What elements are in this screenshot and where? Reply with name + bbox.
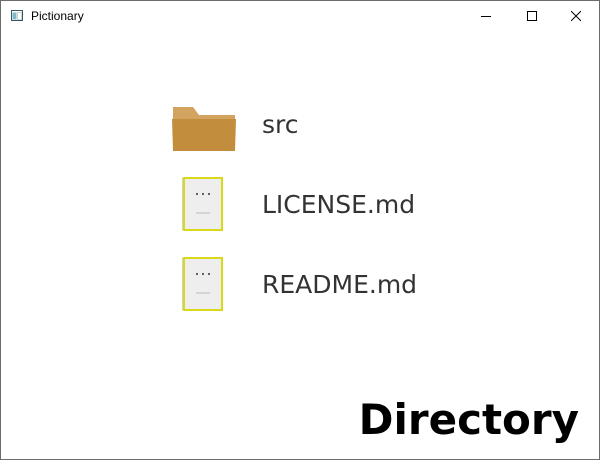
entry-label: LICENSE.md (262, 190, 416, 219)
close-button[interactable] (553, 1, 599, 31)
file-icon (182, 177, 223, 231)
list-item-readme[interactable]: README.md (169, 255, 489, 315)
file-icon (182, 257, 223, 311)
list-item-src[interactable]: src (169, 95, 489, 155)
directory-listing: src LICENSE.md README.md Directory (1, 31, 599, 459)
minimize-button[interactable] (463, 1, 509, 31)
maximize-button[interactable] (509, 1, 555, 31)
app-window: Pictionary src LICENSE.md README.md Dire… (0, 0, 600, 460)
minimize-icon (481, 16, 491, 17)
view-title: Directory (358, 395, 579, 444)
title-bar[interactable]: Pictionary (1, 1, 599, 31)
list-item-license[interactable]: LICENSE.md (169, 175, 489, 235)
close-icon (571, 11, 581, 21)
entry-label: src (262, 110, 299, 139)
entry-label: README.md (262, 270, 418, 299)
app-icon (11, 10, 23, 21)
maximize-icon (527, 11, 537, 21)
folder-icon (172, 107, 236, 151)
window-title: Pictionary (31, 9, 84, 23)
